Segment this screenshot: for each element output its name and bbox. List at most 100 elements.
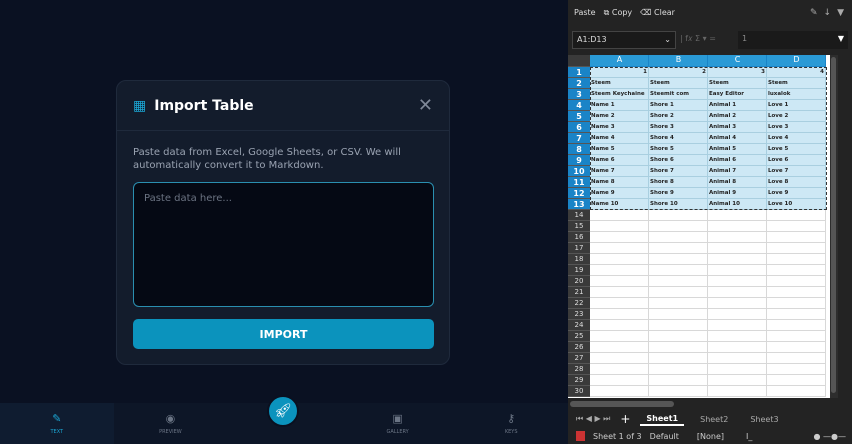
row-header[interactable]: 12 bbox=[568, 188, 590, 199]
row-header[interactable]: 15 bbox=[568, 221, 590, 232]
row-header[interactable]: 18 bbox=[568, 254, 590, 265]
cell[interactable]: Steem bbox=[708, 78, 767, 89]
name-box[interactable]: A1:D13 ⌄ bbox=[572, 31, 676, 49]
vertical-scrollbar[interactable] bbox=[830, 55, 838, 398]
row-header[interactable]: 7 bbox=[568, 133, 590, 144]
cell[interactable] bbox=[590, 287, 649, 298]
cell[interactable] bbox=[590, 298, 649, 309]
cell[interactable] bbox=[590, 276, 649, 287]
cell[interactable] bbox=[767, 364, 826, 375]
cell[interactable] bbox=[708, 353, 767, 364]
cell[interactable] bbox=[767, 276, 826, 287]
rocket-publish-button[interactable]: 🚀︎ bbox=[267, 395, 299, 427]
row-header[interactable]: 16 bbox=[568, 232, 590, 243]
cell[interactable] bbox=[708, 221, 767, 232]
cell[interactable]: Animal 4 bbox=[708, 133, 767, 144]
cell[interactable]: Shore 2 bbox=[649, 111, 708, 122]
corner[interactable] bbox=[568, 55, 590, 67]
cell[interactable] bbox=[767, 298, 826, 309]
cell[interactable] bbox=[708, 254, 767, 265]
row-header[interactable]: 10 bbox=[568, 166, 590, 177]
cell[interactable] bbox=[767, 353, 826, 364]
cell[interactable]: Shore 8 bbox=[649, 177, 708, 188]
cell[interactable] bbox=[767, 320, 826, 331]
cell[interactable]: Shore 6 bbox=[649, 155, 708, 166]
cell[interactable] bbox=[590, 375, 649, 386]
nav-text[interactable]: ✎ TEXT bbox=[0, 403, 114, 444]
clear-button[interactable]: ⌫ Clear bbox=[640, 8, 675, 18]
horizontal-scrollbar[interactable] bbox=[570, 401, 674, 407]
row-header[interactable]: 29 bbox=[568, 375, 590, 386]
copy-button[interactable]: ⧉ Copy bbox=[604, 8, 633, 18]
cell[interactable]: Name 9 bbox=[590, 188, 649, 199]
cell[interactable]: Love 3 bbox=[767, 122, 826, 133]
paste-button[interactable]: Paste bbox=[574, 8, 596, 18]
cell[interactable]: 3 bbox=[708, 67, 767, 78]
cell[interactable] bbox=[649, 353, 708, 364]
row-header[interactable]: 9 bbox=[568, 155, 590, 166]
row-header[interactable]: 23 bbox=[568, 309, 590, 320]
cell[interactable]: Name 10 bbox=[590, 199, 649, 210]
column-header[interactable]: C bbox=[708, 55, 767, 67]
cell[interactable]: Love 1 bbox=[767, 100, 826, 111]
cell[interactable] bbox=[590, 342, 649, 353]
cell[interactable] bbox=[649, 265, 708, 276]
cell[interactable] bbox=[708, 386, 767, 397]
cell[interactable]: Steem bbox=[649, 78, 708, 89]
row-header[interactable]: 5 bbox=[568, 111, 590, 122]
function-icons[interactable]: | f𝑥 Σ ▾ = bbox=[680, 34, 716, 44]
cell-grid[interactable]: A B C D 1 1 2 3 4 2 Steem Steem Steem Steem 3 Steem Key… bbox=[568, 55, 830, 398]
cell[interactable] bbox=[708, 243, 767, 254]
cell[interactable]: Name 4 bbox=[590, 133, 649, 144]
cell[interactable] bbox=[649, 287, 708, 298]
row-header[interactable]: 1 bbox=[568, 67, 590, 78]
cell[interactable] bbox=[708, 375, 767, 386]
cell[interactable] bbox=[590, 221, 649, 232]
close-icon[interactable]: ✕ bbox=[418, 95, 433, 116]
cell[interactable]: Steem Keychaine bbox=[590, 89, 649, 100]
column-header[interactable]: B bbox=[649, 55, 708, 67]
cell[interactable]: Love 5 bbox=[767, 144, 826, 155]
row-header[interactable]: 14 bbox=[568, 210, 590, 221]
cell[interactable] bbox=[590, 309, 649, 320]
cell[interactable]: Animal 6 bbox=[708, 155, 767, 166]
cell[interactable]: Love 4 bbox=[767, 133, 826, 144]
row-header[interactable]: 17 bbox=[568, 243, 590, 254]
cell[interactable]: Steem bbox=[590, 78, 649, 89]
cell[interactable]: Name 1 bbox=[590, 100, 649, 111]
filter-icon[interactable]: ▼ bbox=[837, 8, 844, 18]
cell[interactable] bbox=[649, 232, 708, 243]
cell[interactable] bbox=[767, 221, 826, 232]
cell[interactable] bbox=[649, 309, 708, 320]
row-header[interactable]: 11 bbox=[568, 177, 590, 188]
cell[interactable]: Name 2 bbox=[590, 111, 649, 122]
cell[interactable] bbox=[649, 243, 708, 254]
cell[interactable] bbox=[767, 386, 826, 397]
cell[interactable] bbox=[590, 243, 649, 254]
cell[interactable]: Love 9 bbox=[767, 188, 826, 199]
cell[interactable] bbox=[649, 364, 708, 375]
cell[interactable]: Name 3 bbox=[590, 122, 649, 133]
cell[interactable]: Love 10 bbox=[767, 199, 826, 210]
row-header[interactable]: 21 bbox=[568, 287, 590, 298]
row-header[interactable]: 8 bbox=[568, 144, 590, 155]
cell[interactable]: luxalok bbox=[767, 89, 826, 100]
cell[interactable]: Shore 10 bbox=[649, 199, 708, 210]
cell[interactable]: Animal 1 bbox=[708, 100, 767, 111]
cell[interactable]: Shore 4 bbox=[649, 133, 708, 144]
cell[interactable] bbox=[708, 232, 767, 243]
cell[interactable] bbox=[649, 386, 708, 397]
row-header[interactable]: 6 bbox=[568, 122, 590, 133]
cell[interactable] bbox=[649, 210, 708, 221]
cell[interactable]: Animal 10 bbox=[708, 199, 767, 210]
cell[interactable] bbox=[767, 254, 826, 265]
cell[interactable] bbox=[649, 254, 708, 265]
nav-gallery[interactable]: ▣ GALLERY bbox=[341, 403, 455, 444]
cell[interactable]: 1 bbox=[590, 67, 649, 78]
nav-keys[interactable]: ⚷ KEYS bbox=[454, 403, 568, 444]
cell[interactable] bbox=[767, 342, 826, 353]
cell[interactable] bbox=[767, 243, 826, 254]
cell[interactable]: Animal 3 bbox=[708, 122, 767, 133]
cell[interactable] bbox=[590, 331, 649, 342]
cell[interactable]: Animal 2 bbox=[708, 111, 767, 122]
